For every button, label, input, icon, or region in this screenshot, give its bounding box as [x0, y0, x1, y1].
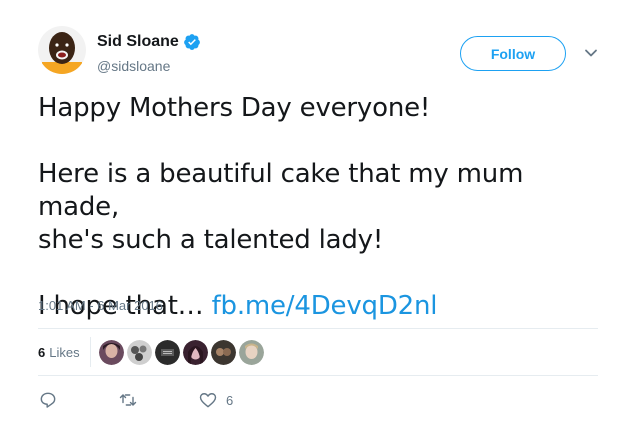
user-name[interactable]: Sid Sloane — [97, 33, 179, 51]
tweet-link[interactable]: fb.me/4DevqD2nl — [212, 291, 438, 321]
retweet-icon — [119, 394, 137, 406]
like-count: 6 — [226, 392, 234, 408]
user-handle[interactable]: @sidsloane — [97, 58, 170, 74]
heart-icon — [199, 393, 217, 408]
reply-icon — [40, 392, 56, 408]
tweet-text: Happy Mothers Day everyone! Here is a be… — [38, 92, 598, 323]
liker-avatar[interactable] — [126, 339, 152, 365]
timestamp[interactable]: 1:01 AM - 6 Mar 2016 — [38, 298, 163, 313]
liker-avatar[interactable] — [210, 339, 236, 365]
follow-button[interactable]: Follow — [460, 36, 566, 71]
liker-avatar[interactable] — [98, 339, 124, 365]
avatar[interactable] — [38, 26, 86, 74]
chevron-down-icon[interactable] — [584, 46, 598, 60]
likes-count[interactable]: 6 — [38, 345, 45, 360]
divider — [38, 328, 598, 329]
reply-button[interactable] — [38, 390, 58, 410]
likes-row: 6 Likes — [38, 335, 267, 369]
tweet-header: Sid Sloane @sidsloane Follow — [38, 26, 616, 82]
likers-list — [98, 339, 267, 365]
name-row: Sid Sloane — [97, 33, 201, 51]
tweet-line-2: Here is a beautiful cake that my mum mad… — [38, 159, 532, 222]
divider — [38, 375, 598, 376]
liker-avatar[interactable] — [154, 339, 180, 365]
tweet-line-1: Happy Mothers Day everyone! — [38, 93, 431, 123]
likes-separator — [89, 337, 91, 367]
avatar-image — [38, 26, 86, 74]
liker-avatar[interactable] — [238, 339, 264, 365]
retweet-button[interactable] — [118, 390, 138, 410]
like-button[interactable]: 6 — [198, 390, 233, 410]
liker-avatar[interactable] — [182, 339, 208, 365]
likes-label[interactable]: Likes — [49, 345, 79, 360]
tweet-line-3: she's such a talented lady! — [38, 225, 384, 255]
verified-badge-icon — [183, 33, 201, 51]
